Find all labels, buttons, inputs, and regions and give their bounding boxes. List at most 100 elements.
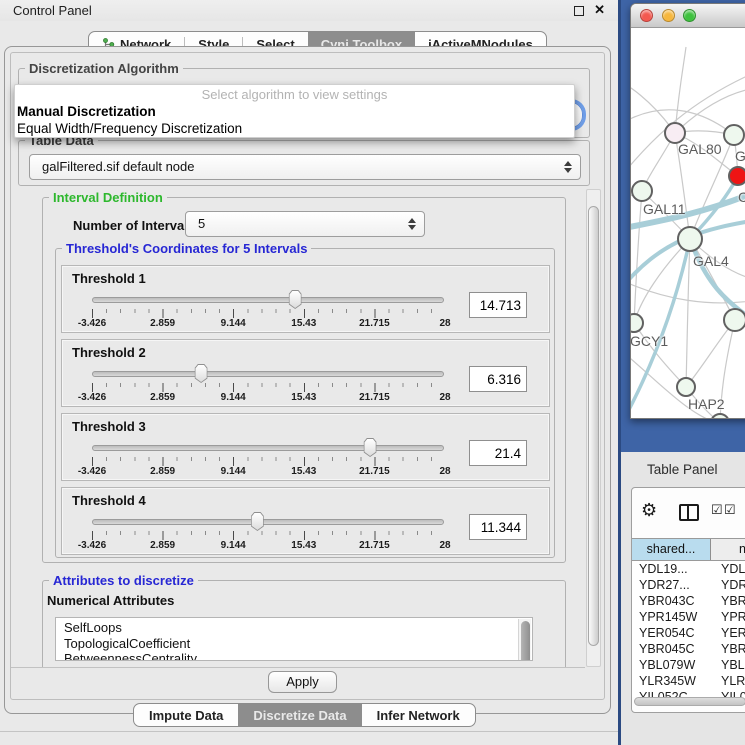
threshold-slider-track[interactable] [92,297,444,303]
apply-button[interactable]: Apply [268,671,337,693]
cell-shared-name[interactable]: YBR045C [632,641,711,657]
tab-infer-network-label: Infer Network [377,708,460,723]
tab-discretize-data[interactable]: Discretize Data [238,704,361,726]
network-edges [631,29,745,418]
column-header-shared-name[interactable]: shared... [632,539,711,560]
table-row[interactable]: YER054CYER0 [632,625,745,641]
cell-shared-name[interactable]: YIL052C [632,689,711,697]
panel-title: Control Panel [13,3,92,18]
table-row[interactable]: YBR043CYBR0 [632,593,745,609]
attribute-list-item[interactable]: SelfLoops [64,620,532,636]
cell-shared-name[interactable]: YBR043C [632,593,711,609]
network-node[interactable] [631,180,653,202]
checkbox-icon[interactable]: ☑ [724,502,736,518]
cell-name[interactable]: YBR0 [711,593,745,609]
cell-name[interactable]: YDL1 [711,561,745,577]
cell-name[interactable]: YER0 [711,625,745,641]
table-row[interactable]: YLR345WYLR3 [632,673,745,689]
zoom-traffic-light-icon[interactable] [683,9,696,22]
table-row[interactable]: YBL079WYBL0 [632,657,745,673]
threshold-label: Threshold 2 [72,345,146,360]
table-body: YDL19...YDL1YDR27...YDR2YBR043CYBR0YPR14… [632,561,745,697]
cell-shared-name[interactable]: YDL19... [632,561,711,577]
attributes-group: Attributes to discretize Numerical Attri… [42,580,566,668]
table-row[interactable]: YIL052CYIL0 [632,689,745,697]
settings-vertical-scrollbar[interactable] [586,189,601,667]
close-icon[interactable]: ✕ [594,2,605,18]
network-node[interactable] [677,226,703,252]
tab-infer-network[interactable]: Infer Network [362,704,475,726]
cell-shared-name[interactable]: YDR27... [632,577,711,593]
cell-name[interactable]: YIL0 [711,689,745,697]
network-node[interactable] [728,166,745,186]
panel-bottom-divider [0,731,618,732]
cell-name[interactable]: YBR0 [711,641,745,657]
threshold-value-field[interactable] [469,292,527,318]
network-node-label: C [738,189,745,205]
threshold-value-field[interactable] [469,366,527,392]
table-row[interactable]: YDL19...YDL1 [632,561,745,577]
cell-shared-name[interactable]: YER054C [632,625,711,641]
network-node-label: HAP2 [688,396,725,412]
thresholds-group: Threshold's Coordinates for 5 Intervals … [55,248,555,558]
number-of-intervals-combobox[interactable]: 5 [185,211,425,237]
minimize-traffic-light-icon[interactable] [662,9,675,22]
scrollbar-thumb[interactable] [634,697,745,706]
network-node-label: GA [735,148,745,164]
tick-label: 28 [439,318,450,329]
tick-label: 28 [439,540,450,551]
network-node[interactable] [676,377,696,397]
numerical-attributes-list[interactable]: SelfLoopsTopologicalCoefficientBetweenne… [55,617,533,661]
cell-name[interactable]: YLR3 [711,673,745,689]
table-data-group: Table Data galFiltered.sif default node [18,140,590,186]
table-data-combobox[interactable]: galFiltered.sif default node [29,154,581,180]
cell-shared-name[interactable]: YPR145W [632,609,711,625]
tick-label: -3.426 [78,318,106,329]
attribute-list-item[interactable]: TopologicalCoefficient [64,636,532,652]
threshold-row: Threshold 4 -3.4262.8599.14415.4321.7152… [61,487,550,555]
gear-icon[interactable]: ⚙ [641,500,657,521]
close-traffic-light-icon[interactable] [640,9,653,22]
tab-impute-data[interactable]: Impute Data [134,704,238,726]
control-panel: Control Panel ✕ Network Style [0,0,618,745]
attributes-scrollbar[interactable] [518,619,531,661]
slider-tick-labels: -3.4262.8599.14415.4321.71528 [92,318,445,330]
table-row[interactable]: YPR145WYPR1 [632,609,745,625]
tick-label: 15.43 [291,318,316,329]
attribute-list-item[interactable]: BetweennessCentrality [64,651,532,661]
tick-label: 2.859 [150,466,175,477]
threshold-slider-track[interactable] [92,519,444,525]
threshold-slider-track[interactable] [92,371,444,377]
table-row[interactable]: YBR045CYBR0 [632,641,745,657]
thresholds-group-title: Threshold's Coordinates for 5 Intervals [62,241,311,256]
popup-option-manual-discretization[interactable]: Manual Discretization [15,103,574,120]
popup-option-equal-width-frequency[interactable]: Equal Width/Frequency Discretization [15,120,574,137]
network-node[interactable] [723,124,745,146]
checkbox-icon[interactable]: ☑ [711,502,723,518]
cell-shared-name[interactable]: YBL079W [632,657,711,673]
threshold-value-field[interactable] [469,514,527,540]
slider-tick-marks [92,457,445,466]
tick-label: -3.426 [78,392,106,403]
combo-stepper-icon [564,161,572,173]
network-node[interactable] [723,308,745,332]
cell-shared-name[interactable]: YLR345W [632,673,711,689]
slider-tick-marks [92,531,445,540]
threshold-value-field[interactable] [469,440,527,466]
network-node-label: GAL4 [693,253,729,269]
slider-tick-labels: -3.4262.8599.14415.4321.71528 [92,540,445,552]
cell-name[interactable]: YDR2 [711,577,745,593]
network-canvas[interactable]: GAL80GACGAL11GAL4GCY1HHAP2 [631,29,745,418]
table-horizontal-scrollbar[interactable] [634,697,745,707]
desktop-background: GAL80GACGAL11GAL4GCY1HHAP2 Table Panel ⚙… [618,0,745,745]
columns-icon[interactable] [679,504,699,521]
threshold-slider-track[interactable] [92,445,444,451]
cell-name[interactable]: YPR1 [711,609,745,625]
tick-label: 15.43 [291,466,316,477]
column-header-name[interactable]: na [711,539,745,560]
table-row[interactable]: YDR27...YDR2 [632,577,745,593]
cell-name[interactable]: YBL0 [711,657,745,673]
float-window-icon[interactable] [574,6,584,16]
scrollbar-thumb[interactable] [588,206,599,646]
tick-label: 2.859 [150,540,175,551]
